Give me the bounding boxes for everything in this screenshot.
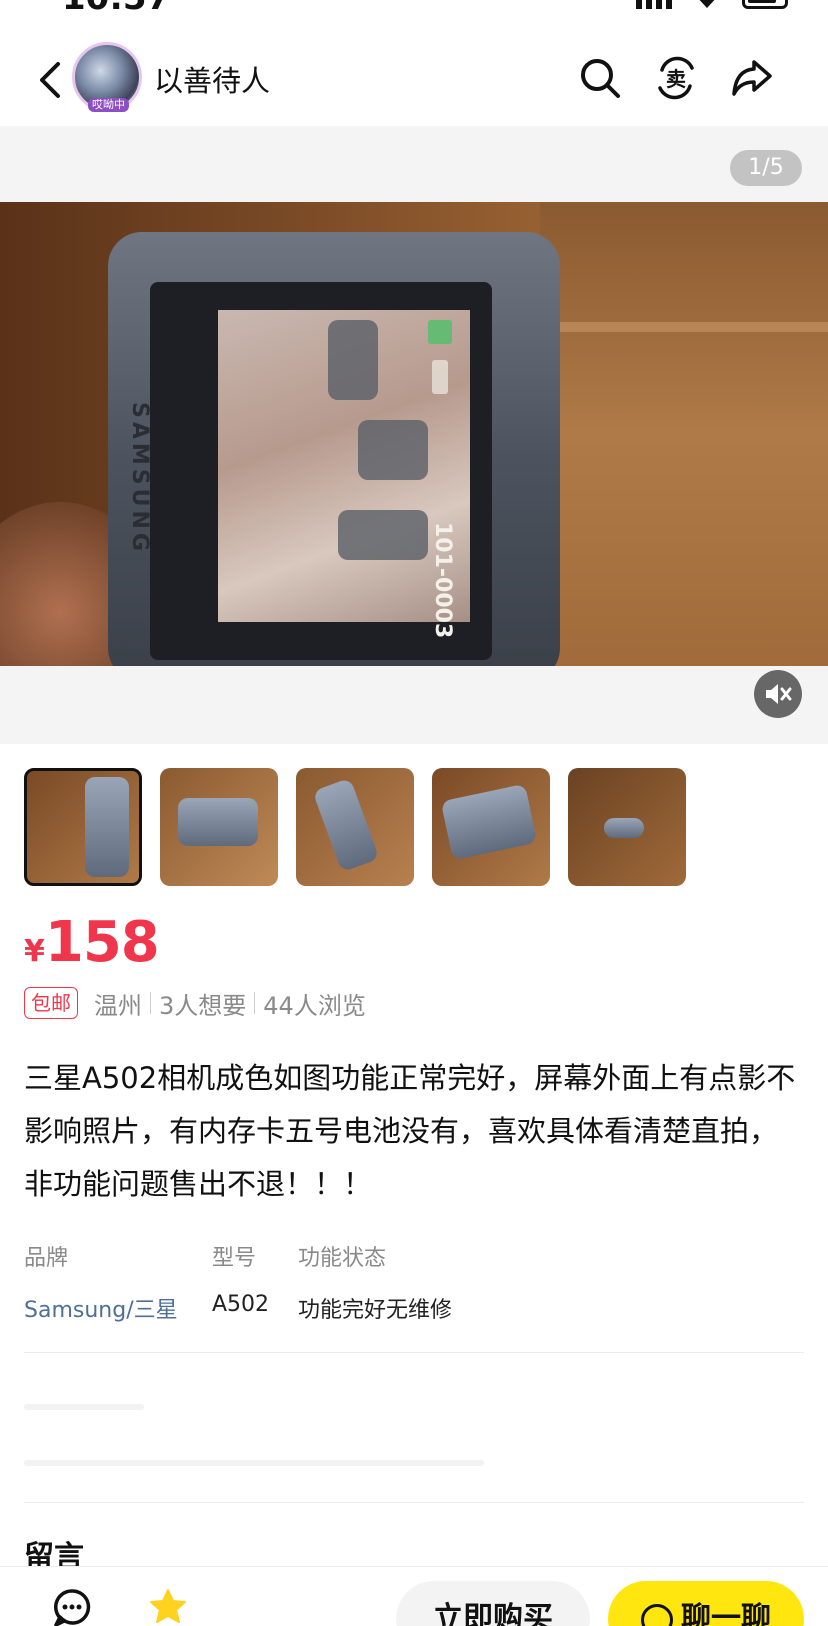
currency-symbol: ¥ [24,934,45,969]
buy-now-button[interactable]: 立即购买 [396,1581,590,1626]
loading-placeholder [24,1404,144,1410]
free-shipping-badge: 包邮 [24,987,78,1019]
divider [24,1352,804,1353]
status-icons [636,0,788,10]
share-icon[interactable] [730,56,774,100]
thumbnail-1[interactable] [24,768,142,886]
attribute-label: 功能状态 [298,1240,452,1272]
avatar-badge: 哎呦中 [88,98,129,112]
price: ¥158 [24,910,159,975]
status-time: 10:57 [62,0,170,18]
location: 温州 [94,986,142,1021]
image-gallery[interactable]: 1/5 SAMSUNG 101-0003 [0,126,828,744]
message-icon[interactable] [52,1587,92,1626]
attribute-brand: 品牌 Samsung/三星 [24,1240,178,1324]
product-photo[interactable]: SAMSUNG 101-0003 [0,202,828,666]
chat-button-label: 聊一聊 [681,1601,771,1626]
attribute-label: 型号 [212,1240,269,1272]
bottom-action-bar: 立即购买 聊一聊 [0,1566,828,1626]
nav-bar: 哎呦中 以善待人 卖 [0,30,828,126]
item-description: 三星A502相机成色如图功能正常完好，屏幕外面上有点影不影响照片，有内存卡五号电… [24,1052,804,1211]
camera-screen-code: 101-0003 [430,522,455,638]
signal-icon [636,0,672,9]
image-counter: 1/5 [730,150,802,186]
back-icon[interactable] [34,60,68,100]
seller-name[interactable]: 以善待人 [154,58,270,100]
attribute-value[interactable]: Samsung/三星 [24,1292,178,1324]
mute-icon[interactable] [754,670,802,718]
thumbnail-4[interactable] [432,768,550,886]
loading-placeholder [24,1460,484,1466]
attribute-condition: 功能状态 功能完好无维修 [298,1240,452,1324]
divider [24,1502,804,1503]
svg-text:卖: 卖 [666,67,686,91]
wants-count: 3人想要 [159,986,246,1021]
chat-button[interactable]: 聊一聊 [608,1581,804,1626]
chat-bubble-icon [641,1604,673,1626]
thumbnail-3[interactable] [296,768,414,886]
price-value: 158 [45,910,159,975]
views-count: 44人浏览 [263,986,366,1021]
search-icon[interactable] [578,56,622,100]
wifi-icon [692,0,722,10]
favorite-star-icon[interactable] [148,1587,188,1626]
thumbnail-2[interactable] [160,768,278,886]
thumbnail-5[interactable] [568,768,686,886]
status-bar: 10:57 [0,0,828,22]
camera-brand-text: SAMSUNG [127,402,152,555]
attribute-value: A502 [212,1292,269,1317]
attribute-label: 品牌 [24,1240,178,1272]
attribute-model: 型号 A502 [212,1240,269,1317]
item-meta: 包邮 温州 3人想要 44人浏览 [24,986,366,1020]
sell-icon[interactable]: 卖 [654,56,698,100]
battery-icon [742,0,788,9]
attribute-value: 功能完好无维修 [298,1292,452,1324]
